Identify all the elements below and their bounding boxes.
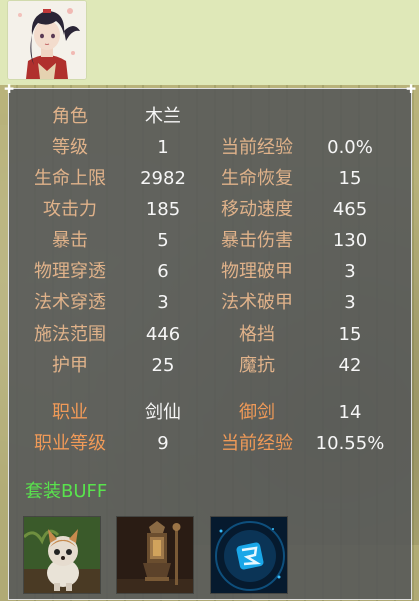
stat-label: 等级 (52, 137, 88, 158)
stat-label: 暴击伤害 (221, 230, 293, 251)
stat-value: 3 (344, 292, 356, 313)
stat-label: 攻击力 (43, 199, 97, 220)
stat-value: 5 (157, 230, 169, 251)
stat-label: 物理破甲 (221, 261, 293, 282)
avatar[interactable] (8, 1, 86, 79)
job-label: 职业 (52, 402, 88, 423)
stat-value: 2982 (140, 168, 186, 189)
role-label: 角色 (52, 106, 88, 127)
set-buff-slot-3[interactable] (210, 516, 288, 594)
stat-value: 446 (145, 324, 181, 345)
job-value: 剑仙 (145, 402, 181, 423)
stat-label: 魔抗 (239, 355, 275, 376)
stat-value: 3 (157, 292, 169, 313)
role-value: 木兰 (145, 106, 181, 127)
stat-label: 格挡 (239, 324, 275, 345)
set-buff-slot-1[interactable] (23, 516, 101, 594)
stat-label: 生命恢复 (221, 168, 293, 189)
stat-value: 6 (157, 261, 169, 282)
stat-value: 15 (338, 324, 362, 345)
stat-label: 法术破甲 (221, 292, 293, 313)
stat-label: 生命上限 (34, 168, 106, 189)
job-level-value: 9 (157, 433, 169, 454)
lantern-relic-icon (117, 517, 193, 593)
stat-label: 移动速度 (221, 199, 293, 220)
set-bonus-title: 套装BUFF (25, 481, 108, 502)
stat-label: 暴击 (52, 230, 88, 251)
stat-label: 当前经验 (221, 137, 293, 158)
stat-value: 25 (151, 355, 175, 376)
job-skill-value: 14 (338, 402, 362, 423)
job-level-label: 职业等级 (34, 433, 106, 454)
rune-tile-icon (211, 517, 287, 593)
set-buff-slot-2[interactable] (116, 516, 194, 594)
stat-label: 物理穿透 (34, 261, 106, 282)
stat-value: 130 (332, 230, 368, 251)
stat-value: 42 (338, 355, 362, 376)
panel-corner-top-right-icon: ✚ (406, 82, 417, 96)
job-exp-label: 当前经验 (221, 433, 293, 454)
stat-label: 施法范围 (34, 324, 106, 345)
character-portrait-icon (8, 1, 86, 79)
job-exp-value: 10.55% (315, 433, 385, 454)
job-skill-label: 御剑 (239, 402, 275, 423)
stat-value: 0.0% (327, 137, 373, 158)
panel-corner-top-left-icon: ✚ (4, 82, 15, 96)
stat-value: 465 (332, 199, 368, 220)
stat-label: 法术穿透 (34, 292, 106, 313)
stat-label: 护甲 (52, 355, 88, 376)
stat-value: 185 (145, 199, 181, 220)
cat-figurine-icon (24, 517, 100, 593)
stat-value: 15 (338, 168, 362, 189)
stat-value: 1 (157, 137, 169, 158)
stat-value: 3 (344, 261, 356, 282)
